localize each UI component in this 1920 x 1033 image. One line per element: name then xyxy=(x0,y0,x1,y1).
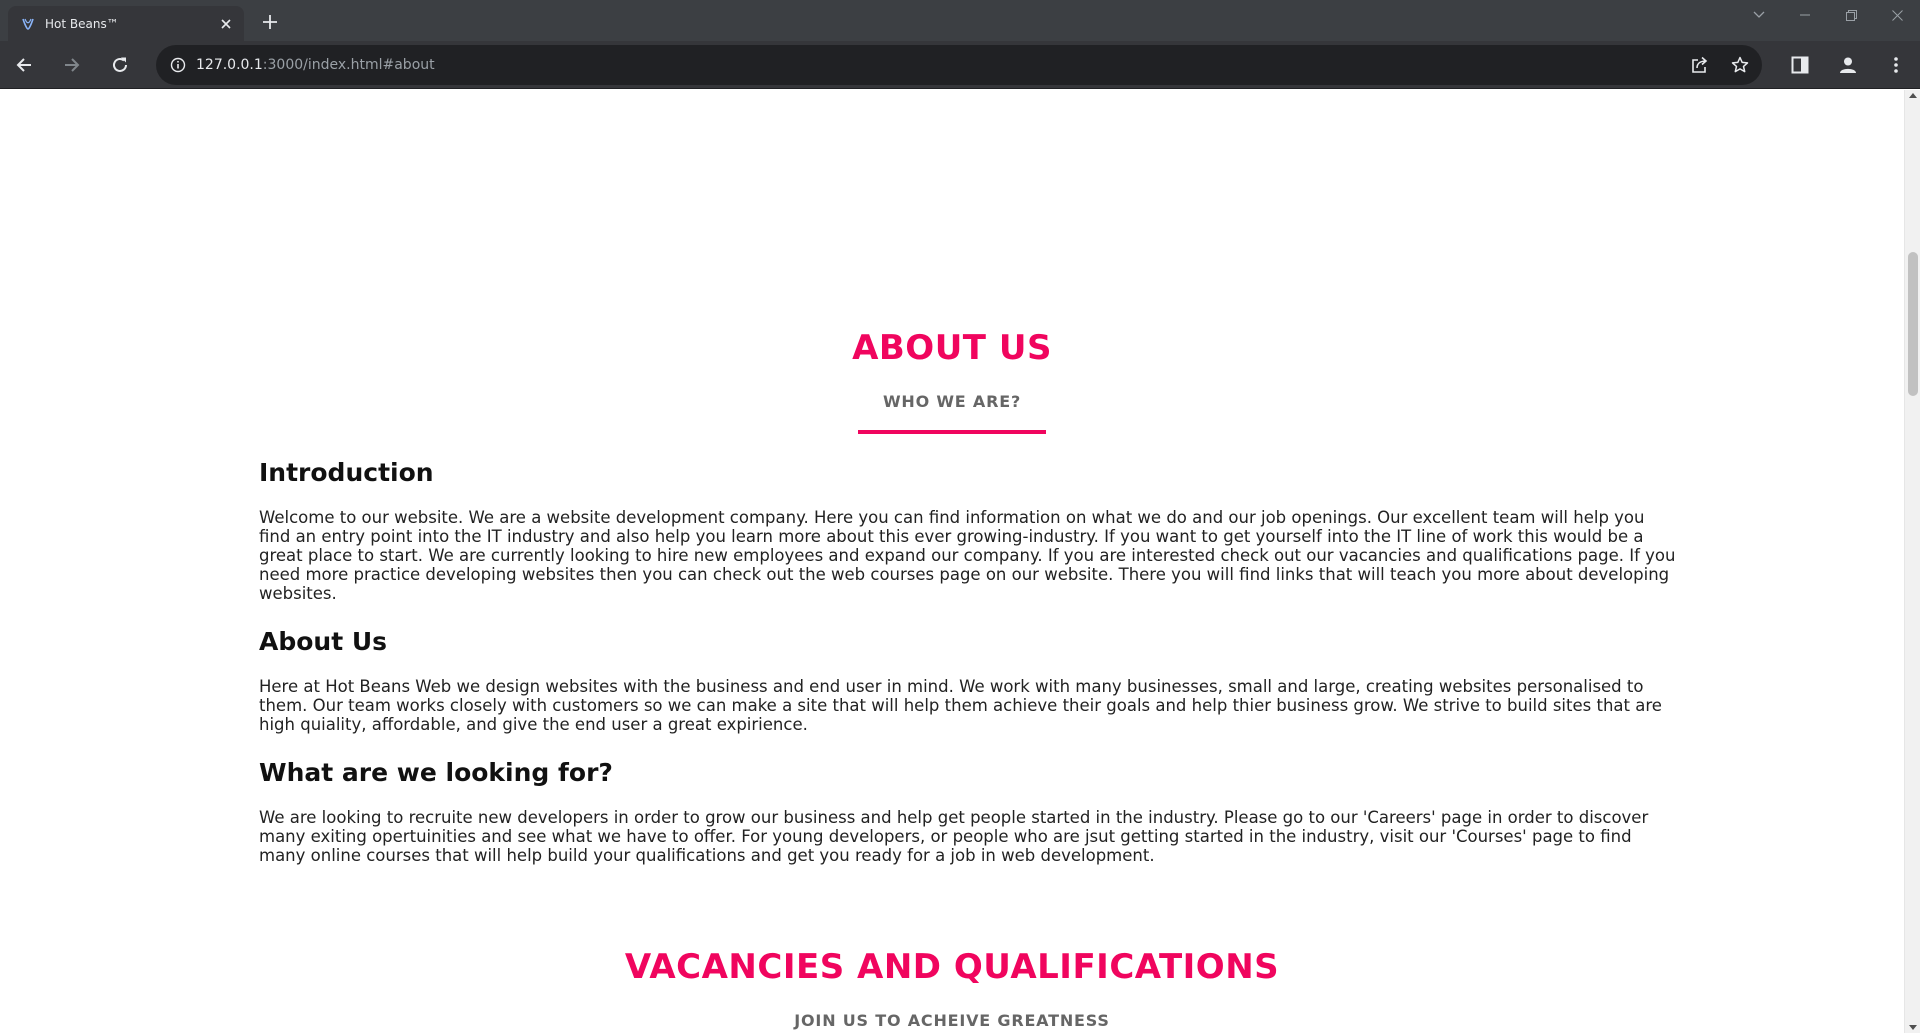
page-viewport: ABOUT US WHO WE ARE? Introduction Welcom… xyxy=(0,90,1920,1033)
browser-tab[interactable]: Hot Beans™ xyxy=(8,6,244,41)
page-scrollbar[interactable] xyxy=(1904,90,1920,1033)
about-content: Introduction Welcome to our website. We … xyxy=(259,458,1681,889)
reload-icon[interactable] xyxy=(104,49,136,81)
section-heading: Introduction xyxy=(259,458,434,487)
star-icon[interactable] xyxy=(1728,53,1752,77)
section-body: Welcome to our website. We are a website… xyxy=(259,508,1676,603)
address-bar[interactable]: 127.0.0.1:3000/index.html#about xyxy=(156,45,1762,85)
back-arrow-icon[interactable] xyxy=(8,49,40,81)
kebab-menu-icon[interactable] xyxy=(1880,49,1912,81)
info-icon[interactable] xyxy=(168,55,188,75)
profile-icon[interactable] xyxy=(1832,49,1864,81)
about-title: ABOUT US xyxy=(852,328,1052,368)
browser-toolbar: 127.0.0.1:3000/index.html#about xyxy=(0,41,1920,89)
url-text: 127.0.0.1:3000/index.html#about xyxy=(196,57,435,73)
tab-strip: Hot Beans™ xyxy=(0,0,1920,41)
forward-arrow-icon[interactable] xyxy=(56,49,88,81)
section-heading: What are we looking for? xyxy=(259,758,613,787)
share-icon[interactable] xyxy=(1688,53,1712,77)
restore-icon[interactable] xyxy=(1828,4,1874,26)
scrollbar-thumb[interactable] xyxy=(1908,252,1918,396)
vacancies-subtitle: JOIN US TO ACHEIVE GREATNESS xyxy=(794,1011,1110,1030)
title-underline xyxy=(858,430,1046,434)
side-panel-icon[interactable] xyxy=(1784,49,1816,81)
section-body: We are looking to recruite new developer… xyxy=(259,808,1649,865)
chevron-down-icon[interactable] xyxy=(1736,4,1782,26)
section-body: Here at Hot Beans Web we design websites… xyxy=(259,677,1662,734)
section-heading: About Us xyxy=(259,627,388,656)
tab-title: Hot Beans™ xyxy=(45,16,119,31)
close-icon[interactable] xyxy=(218,16,234,32)
plus-icon[interactable] xyxy=(258,10,282,34)
minimize-icon[interactable] xyxy=(1782,4,1828,26)
url-host: 127.0.0.1 xyxy=(196,57,263,73)
about-subtitle: WHO WE ARE? xyxy=(882,392,1022,411)
favicon-icon xyxy=(20,16,36,32)
url-path: :3000/index.html#about xyxy=(262,57,435,73)
scroll-down-icon[interactable] xyxy=(1909,1025,1917,1030)
window-close-icon[interactable] xyxy=(1874,4,1920,26)
vacancies-title: VACANCIES AND QUALIFICATIONS xyxy=(624,947,1280,987)
scroll-up-icon[interactable] xyxy=(1909,93,1917,98)
